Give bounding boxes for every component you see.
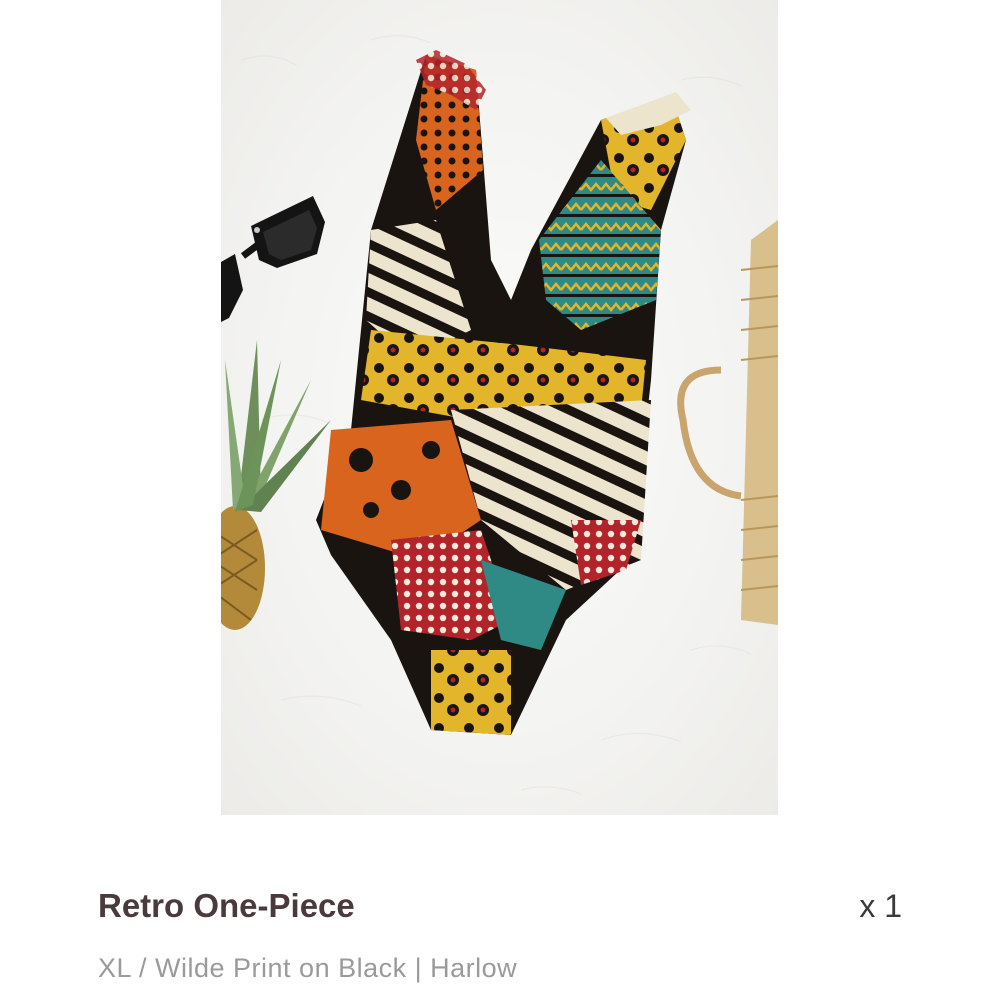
product-variant: XL / Wilde Print on Black | Harlow	[98, 953, 518, 983]
quantity-label: x 1	[859, 888, 902, 924]
sunglasses-icon	[221, 196, 325, 322]
straw-bag-icon	[677, 220, 778, 625]
pineapple-icon	[221, 340, 331, 630]
cart-item: Retro One-Piece x 1 XL / Wilde Print on …	[0, 0, 1000, 1000]
product-image[interactable]	[221, 0, 778, 815]
swimsuit-illustration	[316, 50, 691, 735]
product-title[interactable]: Retro One-Piece	[98, 886, 355, 926]
